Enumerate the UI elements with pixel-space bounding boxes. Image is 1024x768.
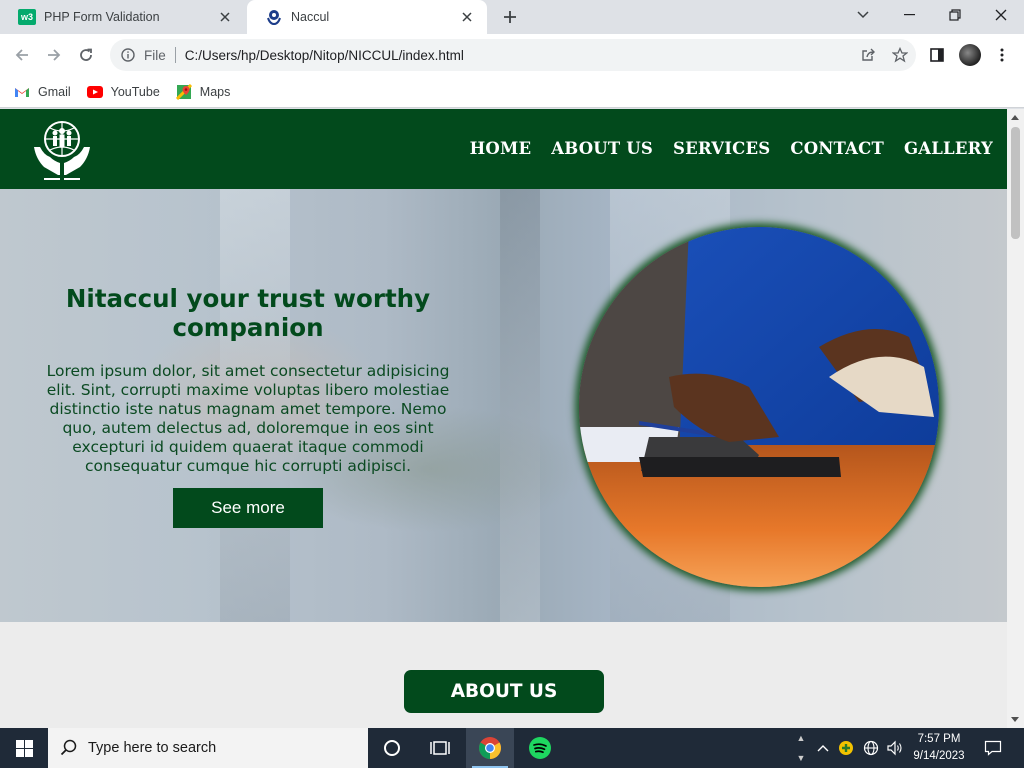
search-placeholder: Type here to search — [88, 740, 217, 756]
about-us-section-button[interactable]: ABOUT US — [404, 670, 604, 713]
youtube-icon — [86, 85, 103, 99]
tray-app-icon[interactable] — [836, 728, 856, 768]
url-text[interactable]: C:/Users/hp/Desktop/Nitop/NICCUL/index.h… — [185, 48, 852, 63]
new-tab-button[interactable] — [498, 5, 522, 29]
bookmark-youtube[interactable]: YouTube — [86, 84, 160, 99]
tab-title: Naccul — [291, 10, 330, 24]
chevron-down-icon: ▼ — [796, 753, 806, 763]
forward-button[interactable] — [41, 42, 67, 68]
notification-icon — [984, 740, 1002, 756]
side-panel-icon[interactable] — [924, 42, 950, 68]
address-bar[interactable]: File C:/Users/hp/Desktop/Nitop/NICCUL/in… — [110, 39, 916, 71]
site-header: HOME ABOUT US SERVICES CONTACT GALLERY — [0, 109, 1007, 189]
hero-text-block: Nitaccul your trust worthy companion Lor… — [36, 284, 460, 476]
reload-button[interactable] — [73, 42, 99, 68]
nav-contact[interactable]: CONTACT — [790, 139, 884, 158]
windows-taskbar: Type here to search ▲ ▼ 7:57 PM 9/14/202… — [0, 728, 1024, 768]
browser-menu-icon[interactable] — [989, 42, 1015, 68]
windows-logo-icon — [15, 739, 33, 757]
chrome-icon — [479, 737, 501, 759]
minimize-button[interactable] — [886, 0, 932, 30]
chevron-up-icon — [817, 745, 829, 752]
nav-services[interactable]: SERVICES — [673, 139, 770, 158]
divider — [174, 47, 176, 63]
page-scrollbar[interactable] — [1007, 109, 1024, 728]
scroll-thumb[interactable] — [1011, 127, 1020, 239]
cortana-button[interactable] — [368, 728, 416, 768]
hero-photo-calculator — [579, 227, 939, 587]
hero-section: Nitaccul your trust worthy companion Lor… — [0, 189, 1007, 622]
bookmark-star-icon[interactable] — [884, 42, 916, 68]
url-scheme: File — [144, 47, 166, 63]
start-button[interactable] — [0, 728, 48, 768]
task-view-button[interactable] — [416, 728, 464, 768]
tab-title: PHP Form Validation — [44, 10, 160, 24]
gmail-icon — [14, 85, 30, 99]
volume-button[interactable] — [884, 728, 906, 768]
network-button[interactable] — [860, 728, 882, 768]
nav-gallery[interactable]: GALLERY — [904, 139, 993, 158]
scroll-down-arrow-icon[interactable] — [1011, 717, 1019, 722]
taskbar-search-box[interactable]: Type here to search — [48, 728, 368, 768]
page-viewport: HOME ABOUT US SERVICES CONTACT GALLERY N… — [0, 109, 1007, 728]
avatar — [959, 44, 981, 66]
clock-date: 9/14/2023 — [913, 750, 965, 762]
taskbar-chrome[interactable] — [466, 728, 514, 768]
naccul-logo[interactable] — [30, 119, 94, 181]
see-more-button[interactable]: See more — [173, 488, 323, 528]
taskbar-spotify[interactable] — [516, 728, 564, 768]
bookmarks-bar: Gmail YouTube Maps — [0, 76, 1024, 108]
hero-title: Nitaccul your trust worthy companion — [65, 284, 431, 342]
clock-time: 7:57 PM — [917, 733, 961, 745]
app-tray-icon — [839, 741, 853, 755]
taskbar-clock[interactable]: 7:57 PM 9/14/2023 — [906, 731, 972, 765]
profile-avatar[interactable] — [957, 42, 983, 68]
search-icon — [60, 739, 78, 757]
close-tab-icon[interactable] — [217, 9, 233, 25]
bookmark-label: YouTube — [110, 84, 160, 99]
globe-icon — [863, 740, 879, 756]
close-window-button[interactable] — [978, 0, 1024, 30]
bookmark-label: Gmail — [38, 84, 71, 99]
scroll-up-arrow-icon[interactable] — [1011, 115, 1019, 120]
tab-php-form-validation[interactable]: w3 PHP Form Validation — [0, 0, 245, 34]
tab-search-chevron-icon[interactable] — [840, 0, 886, 30]
main-menu: HOME ABOUT US SERVICES CONTACT GALLERY — [450, 139, 993, 158]
task-view-icon — [430, 741, 450, 755]
naccul-logo-icon — [265, 9, 283, 25]
browser-toolbar: File C:/Users/hp/Desktop/Nitop/NICCUL/in… — [0, 34, 1024, 76]
close-tab-icon[interactable] — [459, 9, 475, 25]
tab-naccul[interactable]: Naccul — [247, 0, 487, 34]
speaker-icon — [887, 740, 902, 756]
w3schools-icon: w3 — [18, 9, 36, 25]
back-button[interactable] — [9, 42, 35, 68]
tab-strip: w3 PHP Form Validation Naccul — [0, 0, 1024, 34]
bookmark-gmail[interactable]: Gmail — [14, 85, 71, 99]
nav-home[interactable]: HOME — [470, 139, 532, 158]
restore-button[interactable] — [932, 0, 978, 30]
cortana-circle-icon — [384, 740, 400, 756]
show-hidden-icons-button[interactable] — [814, 728, 832, 768]
taskbar-overflow-scroll[interactable]: ▲ ▼ — [793, 728, 809, 768]
bookmark-maps[interactable]: Maps — [175, 83, 231, 100]
chevron-up-icon: ▲ — [796, 733, 806, 743]
action-center-button[interactable] — [978, 728, 1008, 768]
maps-icon — [175, 83, 192, 100]
nav-about-us[interactable]: ABOUT US — [551, 139, 653, 158]
spotify-icon — [529, 737, 551, 759]
bookmark-label: Maps — [199, 84, 231, 99]
hero-description: Lorem ipsum dolor, sit amet consectetur … — [46, 362, 450, 475]
share-icon[interactable] — [852, 42, 884, 68]
background-building — [500, 189, 540, 622]
site-info-icon[interactable] — [118, 45, 138, 65]
